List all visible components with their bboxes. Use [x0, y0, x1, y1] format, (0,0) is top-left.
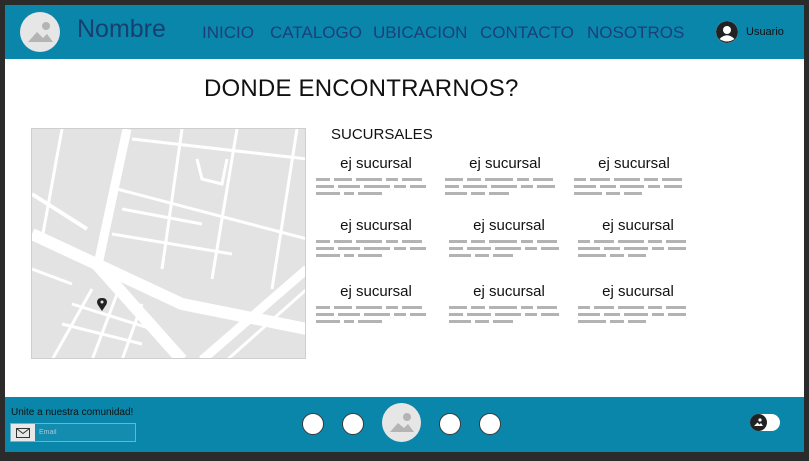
theme-toggle[interactable] [750, 414, 780, 431]
header: Nombre INICIO CATALOGO UBICACION CONTACT… [5, 5, 804, 59]
branch-description-placeholder [316, 236, 430, 257]
email-field-group [10, 423, 136, 442]
logo-image-placeholder-icon[interactable] [20, 12, 60, 52]
social-button-4[interactable] [479, 413, 501, 435]
branch-description-placeholder [316, 174, 430, 195]
nav-ubicacion[interactable]: UBICACION [373, 23, 467, 43]
page: Nombre INICIO CATALOGO UBICACION CONTACT… [5, 5, 804, 452]
social-button-2[interactable] [342, 413, 364, 435]
branch-name: ej sucursal [473, 217, 545, 234]
branch-card[interactable]: ej sucursal [316, 155, 436, 211]
email-input[interactable] [35, 424, 135, 441]
mail-icon [11, 424, 35, 441]
newsletter-title: Unite a nuestra comunidad! [11, 407, 134, 418]
branch-name: ej sucursal [602, 283, 674, 300]
nav-inicio[interactable]: INICIO [202, 23, 254, 43]
branch-card[interactable]: ej sucursal [445, 155, 565, 211]
branch-card[interactable]: ej sucursal [578, 217, 698, 273]
branch-description-placeholder [449, 302, 563, 323]
user-label: Usuario [746, 26, 784, 38]
nav-contacto[interactable]: CONTACTO [480, 23, 574, 43]
branch-card[interactable]: ej sucursal [449, 217, 569, 273]
user-avatar-icon [716, 21, 738, 43]
branch-name: ej sucursal [340, 283, 412, 300]
branch-description-placeholder [574, 174, 688, 195]
footer-image-placeholder-icon[interactable] [382, 403, 421, 442]
branch-description-placeholder [445, 174, 559, 195]
user-menu[interactable]: Usuario [716, 21, 784, 43]
branch-description-placeholder [449, 236, 563, 257]
branch-description-placeholder [316, 302, 430, 323]
social-button-1[interactable] [302, 413, 324, 435]
branch-name: ej sucursal [469, 155, 541, 172]
map-pin-icon[interactable] [97, 298, 107, 311]
brand-name[interactable]: Nombre [77, 15, 166, 44]
branch-name: ej sucursal [473, 283, 545, 300]
page-title: DONDE ENCONTRARNOS? [204, 75, 519, 102]
branch-description-placeholder [578, 236, 692, 257]
location-map[interactable] [31, 128, 306, 359]
branch-card[interactable]: ej sucursal [316, 283, 436, 339]
nav-catalogo[interactable]: CATALOGO [270, 23, 362, 43]
branch-description-placeholder [578, 302, 692, 323]
branch-name: ej sucursal [340, 217, 412, 234]
branch-name: ej sucursal [340, 155, 412, 172]
footer: Unite a nuestra comunidad! [5, 397, 804, 452]
theme-toggle-icon [750, 414, 767, 431]
nav-nosotros[interactable]: NOSOTROS [587, 23, 684, 43]
branches-heading: SUCURSALES [331, 126, 433, 143]
branch-card[interactable]: ej sucursal [316, 217, 436, 273]
branch-name: ej sucursal [598, 155, 670, 172]
social-button-3[interactable] [439, 413, 461, 435]
branch-card[interactable]: ej sucursal [578, 283, 698, 339]
branch-name: ej sucursal [602, 217, 674, 234]
branch-card[interactable]: ej sucursal [449, 283, 569, 339]
branch-card[interactable]: ej sucursal [574, 155, 694, 211]
